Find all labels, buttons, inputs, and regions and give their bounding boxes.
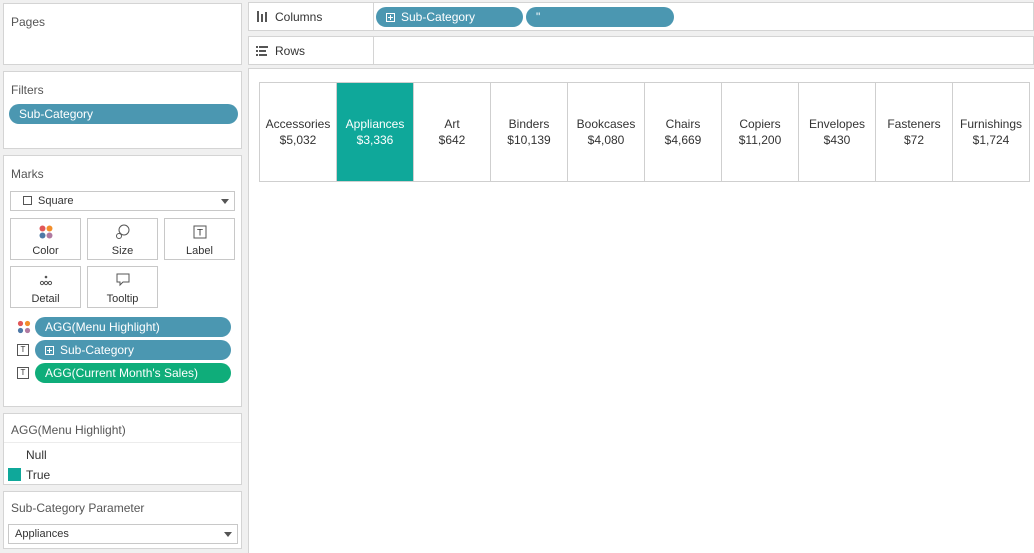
columns-label: Columns xyxy=(275,10,323,24)
menu-cell-category: Chairs xyxy=(665,117,701,131)
menu-cell-category: Appliances xyxy=(345,117,405,131)
size-button-label: Size xyxy=(111,245,134,257)
legend-item-null[interactable]: Null xyxy=(26,448,47,462)
pages-title: Pages xyxy=(11,15,46,29)
legend-body: Null True xyxy=(4,442,241,484)
expand-plus-icon xyxy=(386,13,395,22)
menu-cell-sales: $5,032 xyxy=(279,133,317,147)
label-encoding-icon: T xyxy=(17,344,29,356)
expand-plus-icon xyxy=(45,346,54,355)
marks-card: Marks Square Color Size T Label Detail T… xyxy=(3,155,242,407)
columns-pill-quote[interactable]: " xyxy=(526,7,674,27)
square-mark-icon xyxy=(23,196,32,205)
columns-shelf[interactable]: Columns Sub-Category " xyxy=(248,2,1034,31)
columns-pill-sub-category[interactable]: Sub-Category xyxy=(376,7,523,27)
menu-cell[interactable]: Accessories $5,032 xyxy=(260,83,337,181)
menu-cell-sales: $642 xyxy=(438,133,466,147)
detail-icon xyxy=(11,272,80,288)
columns-pill-quote-label: " xyxy=(536,10,541,24)
pages-card[interactable]: Pages xyxy=(3,3,242,65)
columns-shelf-label: Columns xyxy=(249,3,374,30)
parameter-dropdown[interactable]: Appliances xyxy=(8,524,238,544)
filters-title: Filters xyxy=(11,83,44,97)
menu-cell[interactable]: Binders $10,139 xyxy=(491,83,568,181)
columns-icon xyxy=(257,11,267,22)
menu-cell-category: Envelopes xyxy=(808,117,866,131)
label-encoding-icon: T xyxy=(17,367,29,379)
rows-shelf[interactable]: Rows xyxy=(248,36,1034,65)
label-field-label: Sub-Category xyxy=(60,343,135,357)
tooltip-button-label: Tooltip xyxy=(106,293,139,305)
menu-cell[interactable]: Chairs $4,669 xyxy=(645,83,722,181)
sales-field-label: AGG(Current Month's Sales) xyxy=(45,366,199,380)
chevron-down-icon xyxy=(221,199,229,204)
menu-cell[interactable]: Copiers $11,200 xyxy=(722,83,799,181)
menu-cell-sales: $3,336 xyxy=(356,133,394,147)
color-field-pill[interactable]: AGG(Menu Highlight) xyxy=(35,317,231,337)
rows-icon xyxy=(256,46,268,56)
menu-cell-category: Furnishings xyxy=(959,117,1023,131)
rows-shelf-label: Rows xyxy=(249,37,374,64)
detail-button-label: Detail xyxy=(31,293,60,305)
color-button-label: Color xyxy=(32,245,59,257)
columns-pill-label: Sub-Category xyxy=(401,10,476,24)
label-button-label: Label xyxy=(186,245,213,257)
label-field-pill-sub-category[interactable]: Sub-Category xyxy=(35,340,231,360)
parameter-value: Appliances xyxy=(15,528,69,540)
menu-cell-sales: $4,669 xyxy=(664,133,702,147)
menu-cell[interactable]: Art $642 xyxy=(414,83,491,181)
menu-cell-sales: $11,200 xyxy=(738,133,782,147)
tooltip-button[interactable]: Tooltip xyxy=(87,266,158,308)
menu-cell[interactable]: Furnishings $1,724 xyxy=(953,83,1030,181)
menu-cell-sales: $430 xyxy=(823,133,851,147)
menu-cell[interactable]: Bookcases $4,080 xyxy=(568,83,645,181)
rows-label: Rows xyxy=(275,44,306,58)
color-encoding-icon xyxy=(17,320,31,334)
menu-cell-category: Bookcases xyxy=(576,117,636,131)
menu-cell-category: Art xyxy=(444,117,460,131)
menu-cell[interactable]: Envelopes $430 xyxy=(799,83,876,181)
label-icon: T xyxy=(165,224,234,240)
color-legend-card: AGG(Menu Highlight) Null True xyxy=(3,413,242,485)
mark-type-dropdown[interactable]: Square xyxy=(10,191,235,211)
detail-button[interactable]: Detail xyxy=(10,266,81,308)
chevron-down-icon xyxy=(224,532,232,537)
tooltip-icon xyxy=(88,272,157,288)
menu-cell-sales: $4,080 xyxy=(587,133,625,147)
size-button[interactable]: Size xyxy=(87,218,158,260)
menu-cell-category: Binders xyxy=(508,117,550,131)
filter-pill-label: Sub-Category xyxy=(19,107,94,121)
menu-cell-category: Fasteners xyxy=(887,117,941,131)
size-icon xyxy=(88,224,157,240)
menu-cell-category: Copiers xyxy=(739,117,781,131)
legend-title: AGG(Menu Highlight) xyxy=(11,423,126,437)
label-field-pill-sales[interactable]: AGG(Current Month's Sales) xyxy=(35,363,231,383)
svg-text:T: T xyxy=(196,229,203,239)
filters-card[interactable]: Filters Sub-Category xyxy=(3,71,242,149)
tableau-worksheet: Pages Filters Sub-Category Marks Square xyxy=(0,0,1034,553)
color-button[interactable]: Color xyxy=(10,218,81,260)
view-canvas[interactable]: Accessories $5,032 Appliances $3,336 Art $6… xyxy=(248,68,1034,553)
color-icon xyxy=(11,224,80,240)
parameter-card: Sub-Category Parameter Appliances xyxy=(3,491,242,549)
mark-type-value: Square xyxy=(38,195,74,207)
menu-cell[interactable]: Appliances $3,336 xyxy=(337,83,414,181)
menu-cell-sales: $10,139 xyxy=(507,133,551,147)
parameter-title: Sub-Category Parameter xyxy=(11,501,145,515)
menu-cell-sales: $1,724 xyxy=(972,133,1010,147)
menu-cell-sales: $72 xyxy=(903,133,925,147)
label-button[interactable]: T Label xyxy=(164,218,235,260)
color-field-label: AGG(Menu Highlight) xyxy=(45,320,160,334)
filter-pill-sub-category[interactable]: Sub-Category xyxy=(9,104,238,124)
menu-cell[interactable]: Fasteners $72 xyxy=(876,83,953,181)
menu-cell-category: Accessories xyxy=(265,117,331,131)
marks-title: Marks xyxy=(11,167,44,181)
legend-item-true[interactable]: True xyxy=(26,468,50,482)
menu-grid: Accessories $5,032 Appliances $3,336 Art $6… xyxy=(259,82,1030,182)
legend-swatch-true xyxy=(8,468,21,481)
